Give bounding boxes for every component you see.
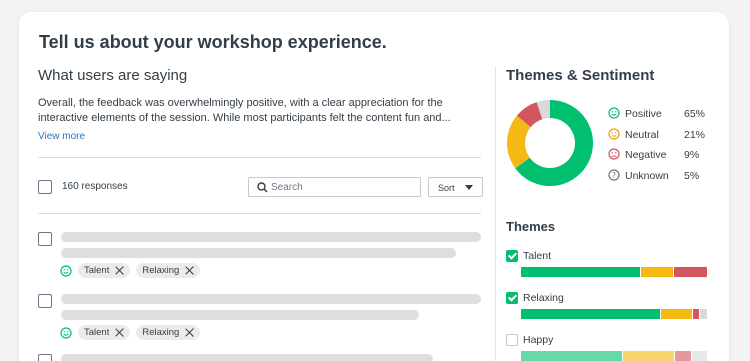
tag-relaxing: Relaxing <box>136 263 201 278</box>
tag-label: Talent <box>84 327 110 338</box>
tag-relaxing: Relaxing <box>136 325 201 340</box>
bar-segment-unknown <box>699 309 707 319</box>
legend-row-neutral: Neutral 21% <box>608 126 720 147</box>
what-users-are-saying-panel: What users are saying Overall, the feedb… <box>38 67 483 361</box>
response-tags: Talent Relaxing <box>60 263 201 278</box>
divider <box>38 157 481 158</box>
legend-row-negative: Negative 9% <box>608 146 720 167</box>
response-text-placeholder <box>61 248 456 258</box>
summary-text-line: interactive elements of the session. Whi… <box>38 112 451 124</box>
close-icon[interactable] <box>115 266 124 275</box>
bar-segment-negative <box>693 309 699 319</box>
sentiment-heading: Themes & Sentiment <box>506 67 655 84</box>
sort-label: Sort <box>438 183 455 193</box>
response-text-placeholder <box>61 294 481 304</box>
tag-label: Relaxing <box>142 327 180 338</box>
bar-segment-neutral <box>622 351 674 361</box>
response-text-placeholder <box>61 232 481 242</box>
theme-label: Relaxing <box>523 292 564 304</box>
bar-segment-unknown <box>692 351 708 361</box>
themes-heading: Themes <box>506 219 556 234</box>
positive-smiley-icon <box>608 107 620 119</box>
legend-label: Unknown <box>625 169 669 182</box>
theme-sentiment-bar <box>521 267 707 277</box>
bar-segment-neutral <box>660 309 693 319</box>
view-more-link[interactable]: View more <box>38 129 85 144</box>
legend-label: Negative <box>625 149 667 161</box>
tag-label: Talent <box>84 265 110 276</box>
response-checkbox[interactable] <box>38 294 52 308</box>
legend-percent: 5% <box>684 169 700 182</box>
close-icon[interactable] <box>185 328 194 337</box>
bar-segment-negative <box>673 267 707 277</box>
search-box[interactable] <box>248 177 421 197</box>
tag-talent: Talent <box>78 263 131 278</box>
summary-text-line: Overall, the feedback was overwhelmingly… <box>38 97 443 109</box>
legend-percent: 65% <box>684 108 706 120</box>
response-checkbox[interactable] <box>38 354 52 361</box>
responses-toolbar: 160 responses Sort <box>38 177 483 199</box>
divider <box>38 213 481 214</box>
column-divider <box>495 66 496 361</box>
legend-label: Neutral <box>625 128 659 141</box>
bar-segment-negative <box>674 351 692 361</box>
bar-segment-positive <box>521 351 622 361</box>
sentiment-legend: Positive 65% Neutral 21% Negative 9% ? U… <box>608 105 720 187</box>
search-icon <box>257 182 268 193</box>
legend-row-unknown: ? Unknown 5% <box>608 167 720 188</box>
legend-row-positive: Positive 65% <box>608 105 720 126</box>
tag-talent: Talent <box>78 325 131 340</box>
sort-dropdown[interactable]: Sort <box>428 177 483 197</box>
select-all-checkbox[interactable] <box>38 180 52 194</box>
legend-percent: 9% <box>684 149 700 161</box>
close-icon[interactable] <box>115 328 124 337</box>
theme-checkbox[interactable] <box>506 292 518 304</box>
sentiment-donut-chart <box>507 100 593 186</box>
smiley-icon <box>60 326 72 339</box>
theme-label: Talent <box>523 250 552 262</box>
bar-segment-positive <box>521 267 640 277</box>
question-icon: ? <box>608 168 620 181</box>
response-text-placeholder <box>61 310 419 320</box>
page-title: Tell us about your workshop experience. <box>39 32 387 52</box>
svg-text:?: ? <box>612 170 616 179</box>
theme-label: Happy <box>523 334 554 346</box>
theme-checkbox[interactable] <box>506 250 518 262</box>
legend-label: Positive <box>625 108 662 120</box>
themes-sentiment-panel: Themes & Sentiment Positive 65% Neutral … <box>506 67 721 361</box>
legend-percent: 21% <box>684 128 706 141</box>
chevron-down-icon <box>465 185 473 190</box>
smiley-icon <box>60 264 72 277</box>
bar-segment-neutral <box>640 267 673 277</box>
theme-sentiment-bar <box>521 351 708 361</box>
workshop-feedback-card: Tell us about your workshop experience. … <box>19 12 729 361</box>
negative-face-icon <box>608 148 620 160</box>
response-checkbox[interactable] <box>38 232 52 246</box>
summary-text: Overall, the feedback was overwhelmingly… <box>38 96 463 144</box>
bar-segment-positive <box>521 309 660 319</box>
response-tags: Talent Relaxing <box>60 325 201 340</box>
search-input[interactable] <box>271 180 416 194</box>
neutral-face-icon <box>608 127 620 140</box>
tag-label: Relaxing <box>142 265 180 276</box>
theme-sentiment-bar <box>521 309 707 319</box>
close-icon[interactable] <box>185 266 194 275</box>
theme-checkbox[interactable] <box>506 334 518 346</box>
summary-heading: What users are saying <box>38 67 188 84</box>
responses-count: 160 responses <box>62 181 128 192</box>
response-text-placeholder <box>61 354 433 361</box>
